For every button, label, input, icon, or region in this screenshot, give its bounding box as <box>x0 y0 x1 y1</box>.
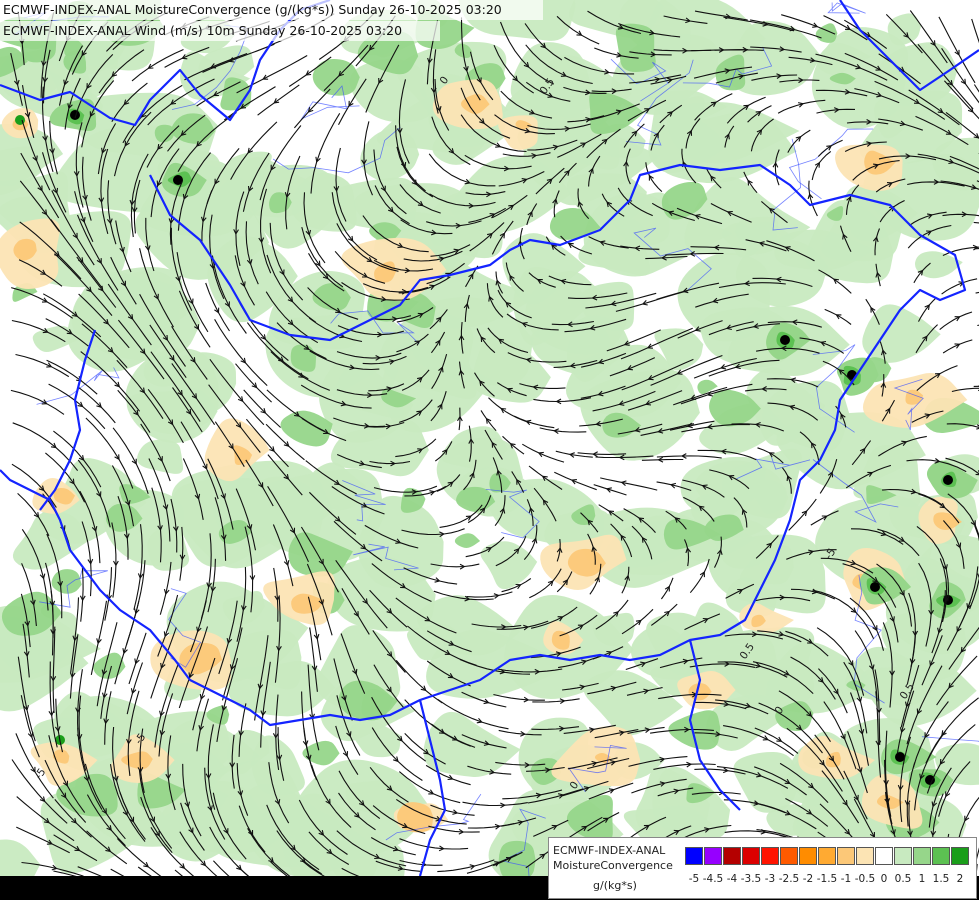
legend-swatch <box>951 847 969 865</box>
legend-tick-label: -4 <box>726 873 738 885</box>
legend-tick-labels: -5 -4.5 -4 -3.5 -3 -2.5 -2 -1.5 -1 -0.5 0 0.5 1 1.5 2 <box>685 873 976 889</box>
legend-tick-label: -5 <box>688 873 700 885</box>
legend-swatch <box>704 847 722 865</box>
legend-swatch <box>742 847 760 865</box>
map-title-moisture-convergence: ECMWF-INDEX-ANAL MoistureConvergence (g/… <box>0 0 543 20</box>
convergence-core-center <box>780 335 790 345</box>
legend-tick-label: -3.5 <box>740 873 762 885</box>
legend-swatch <box>894 847 912 865</box>
legend-swatch <box>799 847 817 865</box>
legend-swatch <box>837 847 855 865</box>
legend-tick-label: -2 <box>802 873 814 885</box>
convergence-core-center <box>895 752 905 762</box>
legend-swatch <box>685 847 703 865</box>
weather-map-screen: 0 0.5 -5 -5 0.5 0 0.5 0 -5 ECMWF-INDEX-ANAL Mois… <box>0 0 979 900</box>
color-legend: ECMWF-INDEX-ANAL MoistureConvergence g/(… <box>548 837 977 899</box>
map-title-wind: ECMWF-INDEX-ANAL Wind (m/s) 10m Sunday 2… <box>0 21 440 41</box>
wind-streamline <box>714 49 764 51</box>
positive-convergence-area <box>615 23 656 72</box>
legend-tick-label: 1 <box>918 873 926 885</box>
convergence-core-center <box>943 475 953 485</box>
legend-swatch <box>932 847 950 865</box>
legend-tick-label: -1.5 <box>816 873 838 885</box>
legend-tick-label: 0.5 <box>894 873 912 885</box>
positive-convergence-area <box>498 840 536 876</box>
legend-swatch <box>818 847 836 865</box>
legend-tick-label: -4.5 <box>702 873 724 885</box>
legend-color-bar <box>685 847 970 865</box>
legend-tick-label: -1 <box>840 873 852 885</box>
legend-unit: g/(kg*s) <box>593 879 637 892</box>
legend-swatch <box>913 847 931 865</box>
legend-tick-label: -0.5 <box>854 873 876 885</box>
legend-swatch <box>761 847 779 865</box>
legend-tick-label: -2.5 <box>778 873 800 885</box>
legend-tick-label: -3 <box>764 873 776 885</box>
legend-model-name: ECMWF-INDEX-ANAL <box>553 844 666 857</box>
legend-swatch <box>780 847 798 865</box>
legend-swatch <box>856 847 874 865</box>
legend-tick-label: 0 <box>880 873 888 885</box>
legend-tick-label: 2 <box>956 873 964 885</box>
legend-swatch <box>875 847 893 865</box>
legend-tick-label: 1.5 <box>932 873 950 885</box>
convergence-core-center <box>70 110 80 120</box>
legend-swatch <box>723 847 741 865</box>
moisture-convergence-map: 0 0.5-5-50.500.50-5 <box>0 0 979 876</box>
legend-parameter-name: MoistureConvergence <box>553 859 673 872</box>
